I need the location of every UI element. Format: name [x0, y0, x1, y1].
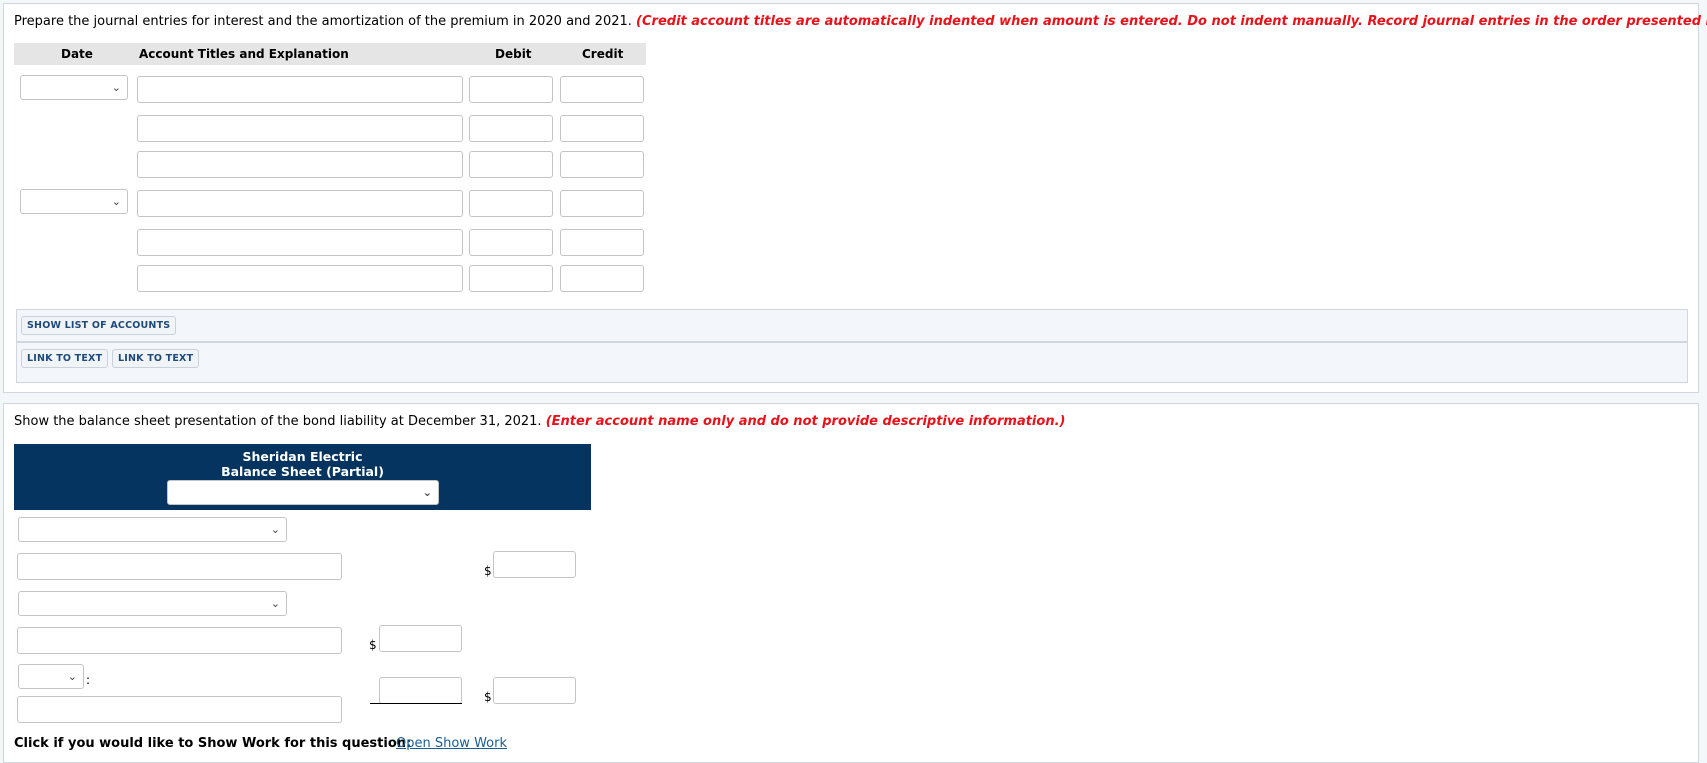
entry-2-row-3-credit-input[interactable]: [560, 265, 644, 292]
entry-1-row-2-account-input[interactable]: [137, 115, 463, 142]
company-name: Sheridan Electric: [242, 449, 363, 464]
entry-2-row-1-credit-input[interactable]: [560, 190, 644, 217]
amount-input-1[interactable]: [493, 551, 576, 578]
subtotal-underline: [370, 703, 462, 704]
entry-2-row-1-account-input[interactable]: [137, 190, 463, 217]
dollar-sign: $: [484, 690, 492, 704]
link-to-text-button-2[interactable]: LINK TO TEXT: [112, 349, 200, 368]
show-work-label: Click if you would like to Show Work for…: [14, 736, 412, 751]
entry-2-row-2-debit-input[interactable]: [469, 229, 553, 256]
statement-title: Balance Sheet (Partial): [221, 464, 384, 479]
balance-instruction-text: Show the balance sheet presentation of t…: [14, 414, 542, 429]
small-select[interactable]: ⌄: [18, 664, 84, 689]
open-show-work-link[interactable]: Open Show Work: [396, 736, 507, 751]
entry-2-row-3-debit-input[interactable]: [469, 265, 553, 292]
entry-1-row-1-debit-input[interactable]: [469, 76, 553, 103]
entry-1-row-1-credit-input[interactable]: [560, 76, 644, 103]
header-account-titles: Account Titles and Explanation: [139, 47, 349, 61]
entry-2-row-2-account-input[interactable]: [137, 229, 463, 256]
category-select-2[interactable]: ⌄: [18, 591, 287, 616]
account-input-2[interactable]: [17, 627, 342, 654]
header-debit: Debit: [495, 47, 532, 61]
entry-1-row-2-credit-input[interactable]: [560, 115, 644, 142]
entry-1-row-2-debit-input[interactable]: [469, 115, 553, 142]
total-amount-input[interactable]: [493, 677, 576, 704]
entry-1-row-3-account-input[interactable]: [137, 151, 463, 178]
chevron-down-icon: ⌄: [422, 486, 432, 499]
header-credit: Credit: [582, 47, 624, 61]
accounts-toolbar: SHOW LIST OF ACCOUNTS: [16, 309, 1688, 342]
chevron-down-icon: ⌄: [111, 81, 121, 94]
journal-instruction-text: Prepare the journal entries for interest…: [14, 14, 632, 29]
account-input-1[interactable]: [17, 553, 342, 580]
account-input-3[interactable]: [17, 696, 342, 723]
balance-instruction: Show the balance sheet presentation of t…: [14, 414, 1065, 429]
entry-1-row-1-account-input[interactable]: [137, 76, 463, 103]
dollar-sign: $: [484, 564, 492, 578]
amount-input-3[interactable]: [379, 677, 462, 704]
entry-2-row-2-credit-input[interactable]: [560, 229, 644, 256]
entry-2-row-1-debit-input[interactable]: [469, 190, 553, 217]
chevron-down-icon: ⌄: [111, 195, 121, 208]
entry-2-date-select[interactable]: ⌄: [20, 189, 128, 214]
journal-table-header: Date Account Titles and Explanation Debi…: [14, 43, 646, 65]
chevron-down-icon: ⌄: [67, 670, 77, 683]
link-to-text-button-1[interactable]: LINK TO TEXT: [21, 349, 109, 368]
category-select-1[interactable]: ⌄: [18, 517, 287, 542]
balance-instruction-note: (Enter account name only and do not prov…: [545, 414, 1066, 429]
header-date: Date: [61, 47, 93, 61]
amount-input-2[interactable]: [379, 625, 462, 652]
dollar-sign: $: [369, 638, 377, 652]
balance-sheet-panel: Show the balance sheet presentation of t…: [3, 403, 1699, 763]
entry-1-row-3-credit-input[interactable]: [560, 151, 644, 178]
chevron-down-icon: ⌄: [270, 523, 280, 536]
colon-label: :: [86, 673, 91, 687]
show-list-of-accounts-button[interactable]: SHOW LIST OF ACCOUNTS: [21, 316, 177, 335]
journal-instruction: Prepare the journal entries for interest…: [14, 14, 1707, 29]
entry-2-row-3-account-input[interactable]: [137, 265, 463, 292]
entry-1-date-select[interactable]: ⌄: [20, 75, 128, 100]
journal-instruction-note: (Credit account titles are automatically…: [636, 14, 1707, 29]
balance-date-select[interactable]: ⌄: [167, 480, 439, 505]
balance-sheet-header: Sheridan Electric Balance Sheet (Partial…: [14, 444, 591, 510]
entry-1-row-3-debit-input[interactable]: [469, 151, 553, 178]
chevron-down-icon: ⌄: [270, 597, 280, 610]
link-toolbar: LINK TO TEXT LINK TO TEXT: [16, 342, 1688, 383]
